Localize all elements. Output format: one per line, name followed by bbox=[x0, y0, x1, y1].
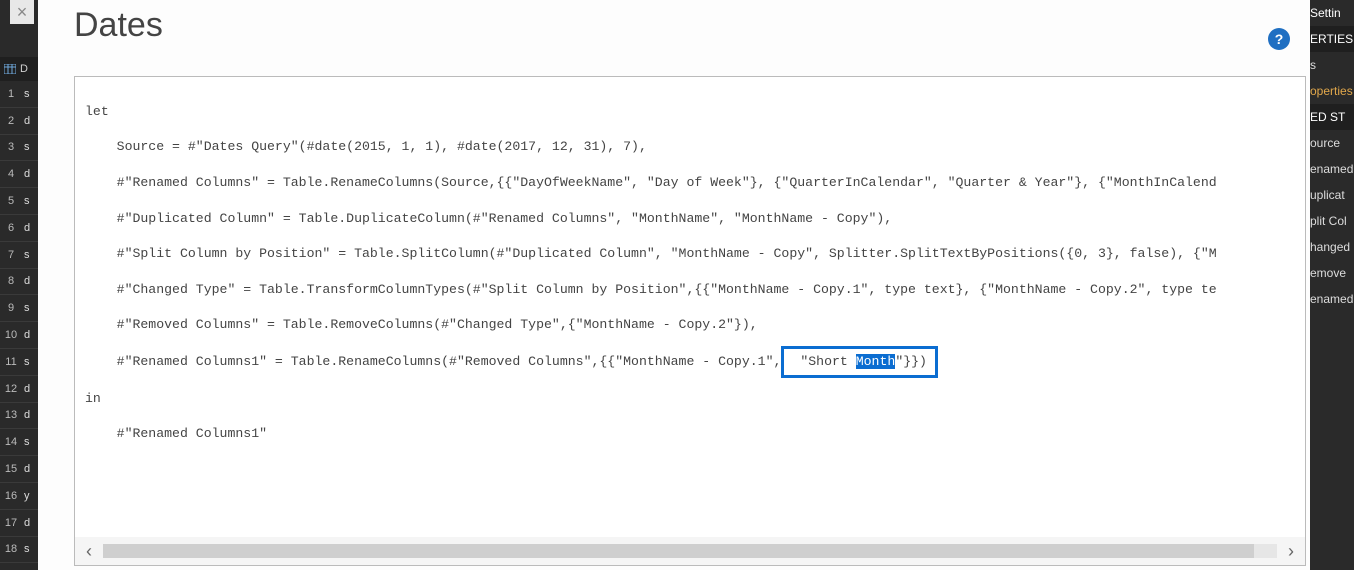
code-line: #"Duplicated Column" = Table.DuplicateCo… bbox=[85, 210, 1295, 228]
code-line: #"Renamed Columns1" = Table.RenameColumn… bbox=[85, 352, 1295, 372]
row-cell: d bbox=[22, 517, 38, 529]
properties-link[interactable]: operties bbox=[1310, 78, 1354, 104]
table-row[interactable]: 11s bbox=[0, 349, 38, 376]
code-line: Source = #"Dates Query"(#date(2015, 1, 1… bbox=[85, 138, 1295, 156]
scroll-left-icon[interactable]: ‹ bbox=[75, 537, 103, 565]
settings-panel: SettinERTIESsopertiesED STourceenamedupl… bbox=[1310, 0, 1354, 570]
column-header-label: D bbox=[20, 63, 28, 75]
row-cell: d bbox=[22, 275, 38, 287]
column-header[interactable]: D bbox=[0, 57, 38, 81]
horizontal-scrollbar[interactable]: ‹ › bbox=[75, 537, 1305, 565]
table-row[interactable]: 7s bbox=[0, 242, 38, 269]
table-row[interactable]: 18s bbox=[0, 537, 38, 564]
row-number: 9 bbox=[0, 302, 22, 314]
table-row[interactable]: 15d bbox=[0, 456, 38, 483]
row-number: 10 bbox=[0, 329, 22, 341]
applied-step-item[interactable]: hanged bbox=[1310, 234, 1354, 260]
panel-section-header: ERTIES bbox=[1310, 26, 1354, 52]
table-row[interactable]: 10d bbox=[0, 322, 38, 349]
row-number: 1 bbox=[0, 88, 22, 100]
code-line: #"Renamed Columns1" bbox=[85, 425, 1295, 443]
row-cell: d bbox=[22, 463, 38, 475]
row-number: 4 bbox=[0, 168, 22, 180]
table-row[interactable]: 13d bbox=[0, 403, 38, 430]
advanced-editor-box: let Source = #"Dates Query"(#date(2015, … bbox=[74, 76, 1306, 566]
scroll-thumb[interactable] bbox=[103, 544, 1254, 558]
code-line: #"Split Column by Position" = Table.Spli… bbox=[85, 245, 1295, 263]
applied-step-item[interactable]: enamed bbox=[1310, 156, 1354, 182]
applied-step-item[interactable]: ource bbox=[1310, 130, 1354, 156]
row-number: 6 bbox=[0, 222, 22, 234]
row-number: 11 bbox=[0, 356, 22, 368]
help-icon[interactable]: ? bbox=[1268, 28, 1290, 50]
row-cell: d bbox=[22, 383, 38, 395]
row-cell: d bbox=[22, 409, 38, 421]
applied-step-item[interactable]: emove bbox=[1310, 260, 1354, 286]
table-row[interactable]: 17d bbox=[0, 510, 38, 537]
row-number: 15 bbox=[0, 463, 22, 475]
table-row[interactable]: 16y bbox=[0, 483, 38, 510]
table-row[interactable]: 1s bbox=[0, 81, 38, 108]
row-cell: s bbox=[22, 302, 38, 314]
row-number: 12 bbox=[0, 383, 22, 395]
row-number: 8 bbox=[0, 275, 22, 287]
row-cell: d bbox=[22, 115, 38, 127]
code-line: #"Changed Type" = Table.TransformColumnT… bbox=[85, 281, 1295, 299]
table-row[interactable]: 5s bbox=[0, 188, 38, 215]
settings-header: Settin bbox=[1310, 0, 1354, 26]
table-row[interactable]: 6d bbox=[0, 215, 38, 242]
row-cell: s bbox=[22, 543, 38, 555]
row-cell: s bbox=[22, 436, 38, 448]
table-row[interactable]: 4d bbox=[0, 161, 38, 188]
row-number: 18 bbox=[0, 543, 22, 555]
row-number: 3 bbox=[0, 141, 22, 153]
scroll-right-icon[interactable]: › bbox=[1277, 537, 1305, 565]
table-row[interactable]: 9s bbox=[0, 295, 38, 322]
row-number: 14 bbox=[0, 436, 22, 448]
row-cell: s bbox=[22, 195, 38, 207]
selected-text: Month bbox=[856, 354, 896, 369]
code-line: in bbox=[85, 390, 1295, 408]
row-cell: s bbox=[22, 356, 38, 368]
row-number: 7 bbox=[0, 249, 22, 261]
row-cell: s bbox=[22, 249, 38, 261]
table-row[interactable]: 2d bbox=[0, 108, 38, 135]
dialog-title: Dates bbox=[74, 6, 163, 45]
editor-dialog: Dates ? let Source = #"Dates Query"(#dat… bbox=[38, 0, 1310, 570]
row-cell: d bbox=[22, 222, 38, 234]
row-cell: y bbox=[22, 490, 38, 502]
table-icon bbox=[4, 64, 16, 74]
row-cell: s bbox=[22, 141, 38, 153]
applied-step-item[interactable]: uplicat bbox=[1310, 182, 1354, 208]
row-number: 16 bbox=[0, 490, 22, 502]
table-row[interactable]: 14s bbox=[0, 429, 38, 456]
row-number: 13 bbox=[0, 409, 22, 421]
applied-step-item[interactable]: enamed bbox=[1310, 286, 1354, 312]
edit-highlight: "Short Month"}}) bbox=[781, 346, 938, 378]
row-number: 5 bbox=[0, 195, 22, 207]
row-number: 17 bbox=[0, 517, 22, 529]
close-icon[interactable]: × bbox=[10, 0, 34, 24]
row-gutter-panel: × D 1s2d3s4d5s6d7s8d9s10d11s12d13d14s15d… bbox=[0, 0, 38, 570]
code-textarea[interactable]: let Source = #"Dates Query"(#date(2015, … bbox=[75, 77, 1305, 537]
applied-step-item[interactable]: s bbox=[1310, 52, 1354, 78]
code-line: let bbox=[85, 103, 1295, 121]
code-line: #"Removed Columns" = Table.RemoveColumns… bbox=[85, 316, 1295, 334]
panel-section-header: ED ST bbox=[1310, 104, 1354, 130]
table-row[interactable]: 3s bbox=[0, 135, 38, 162]
table-row[interactable]: 8d bbox=[0, 269, 38, 296]
row-number: 2 bbox=[0, 115, 22, 127]
code-line: #"Renamed Columns" = Table.RenameColumns… bbox=[85, 174, 1295, 192]
table-row[interactable]: 12d bbox=[0, 376, 38, 403]
scroll-track[interactable] bbox=[103, 544, 1277, 558]
row-cell: d bbox=[22, 329, 38, 341]
applied-step-item[interactable]: plit Col bbox=[1310, 208, 1354, 234]
row-cell: s bbox=[22, 88, 38, 100]
row-cell: d bbox=[22, 168, 38, 180]
